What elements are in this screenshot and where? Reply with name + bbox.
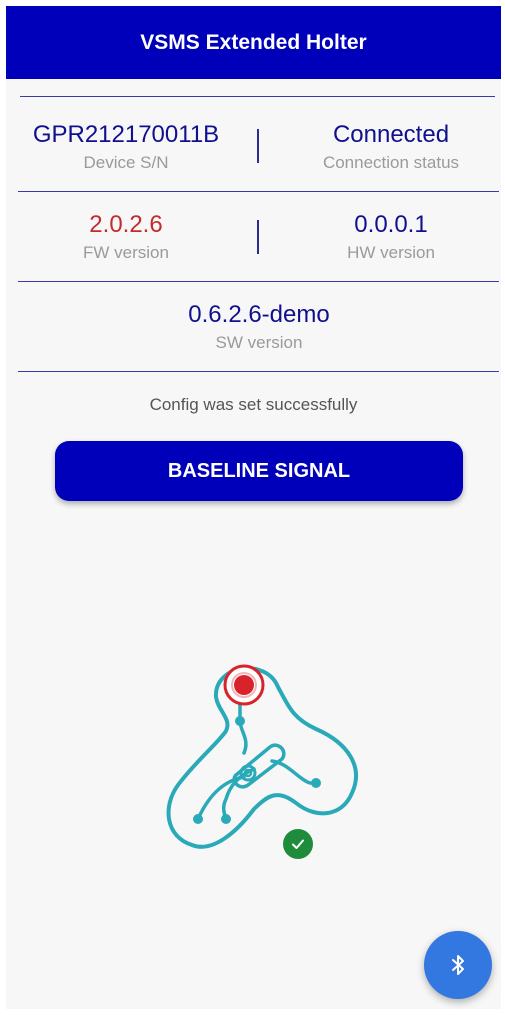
app-title: VSMS Extended Holter xyxy=(140,30,367,54)
baseline-signal-button[interactable]: BASELINE SIGNAL xyxy=(55,441,463,501)
screen: VSMS Extended Holter GPR212170011B Devic… xyxy=(0,0,505,1015)
app-bar: VSMS Extended Holter xyxy=(6,6,501,79)
sw-version-cell: 0.6.2.6-demo SW version xyxy=(139,300,379,354)
divider-row3 xyxy=(18,371,499,372)
fw-version-cell: 2.0.2.6 FW version xyxy=(6,210,246,264)
device-serial-value: GPR212170011B xyxy=(32,121,220,148)
hw-version-caption: HW version xyxy=(347,243,435,262)
sw-version-value: 0.6.2.6-demo xyxy=(188,301,330,328)
sw-version-caption: SW version xyxy=(215,333,303,352)
divider-top xyxy=(20,96,495,97)
status-message: Config was set successfully xyxy=(149,395,358,414)
device-serial-caption: Device S/N xyxy=(83,153,169,172)
row2-separator xyxy=(257,220,259,254)
bluetooth-fab[interactable] xyxy=(424,931,492,999)
connection-status-value: Connected xyxy=(332,121,450,148)
divider-row2 xyxy=(18,281,499,282)
check-icon xyxy=(283,829,313,859)
content-area: GPR212170011B Device S/N Connected Conne… xyxy=(6,79,501,1009)
hw-version-value: 0.0.0.1 xyxy=(354,211,428,238)
device-serial-cell: GPR212170011B Device S/N xyxy=(6,120,246,174)
connection-status-cell: Connected Connection status xyxy=(271,120,505,174)
divider-row1 xyxy=(18,191,499,192)
row1-separator xyxy=(257,129,259,163)
hw-version-cell: 0.0.0.1 HW version xyxy=(271,210,505,264)
fw-version-value: 2.0.2.6 xyxy=(89,211,163,238)
connection-status-caption: Connection status xyxy=(322,153,460,172)
bluetooth-icon xyxy=(452,955,464,975)
fw-version-caption: FW version xyxy=(83,243,169,262)
holter-device-illustration xyxy=(166,664,358,849)
